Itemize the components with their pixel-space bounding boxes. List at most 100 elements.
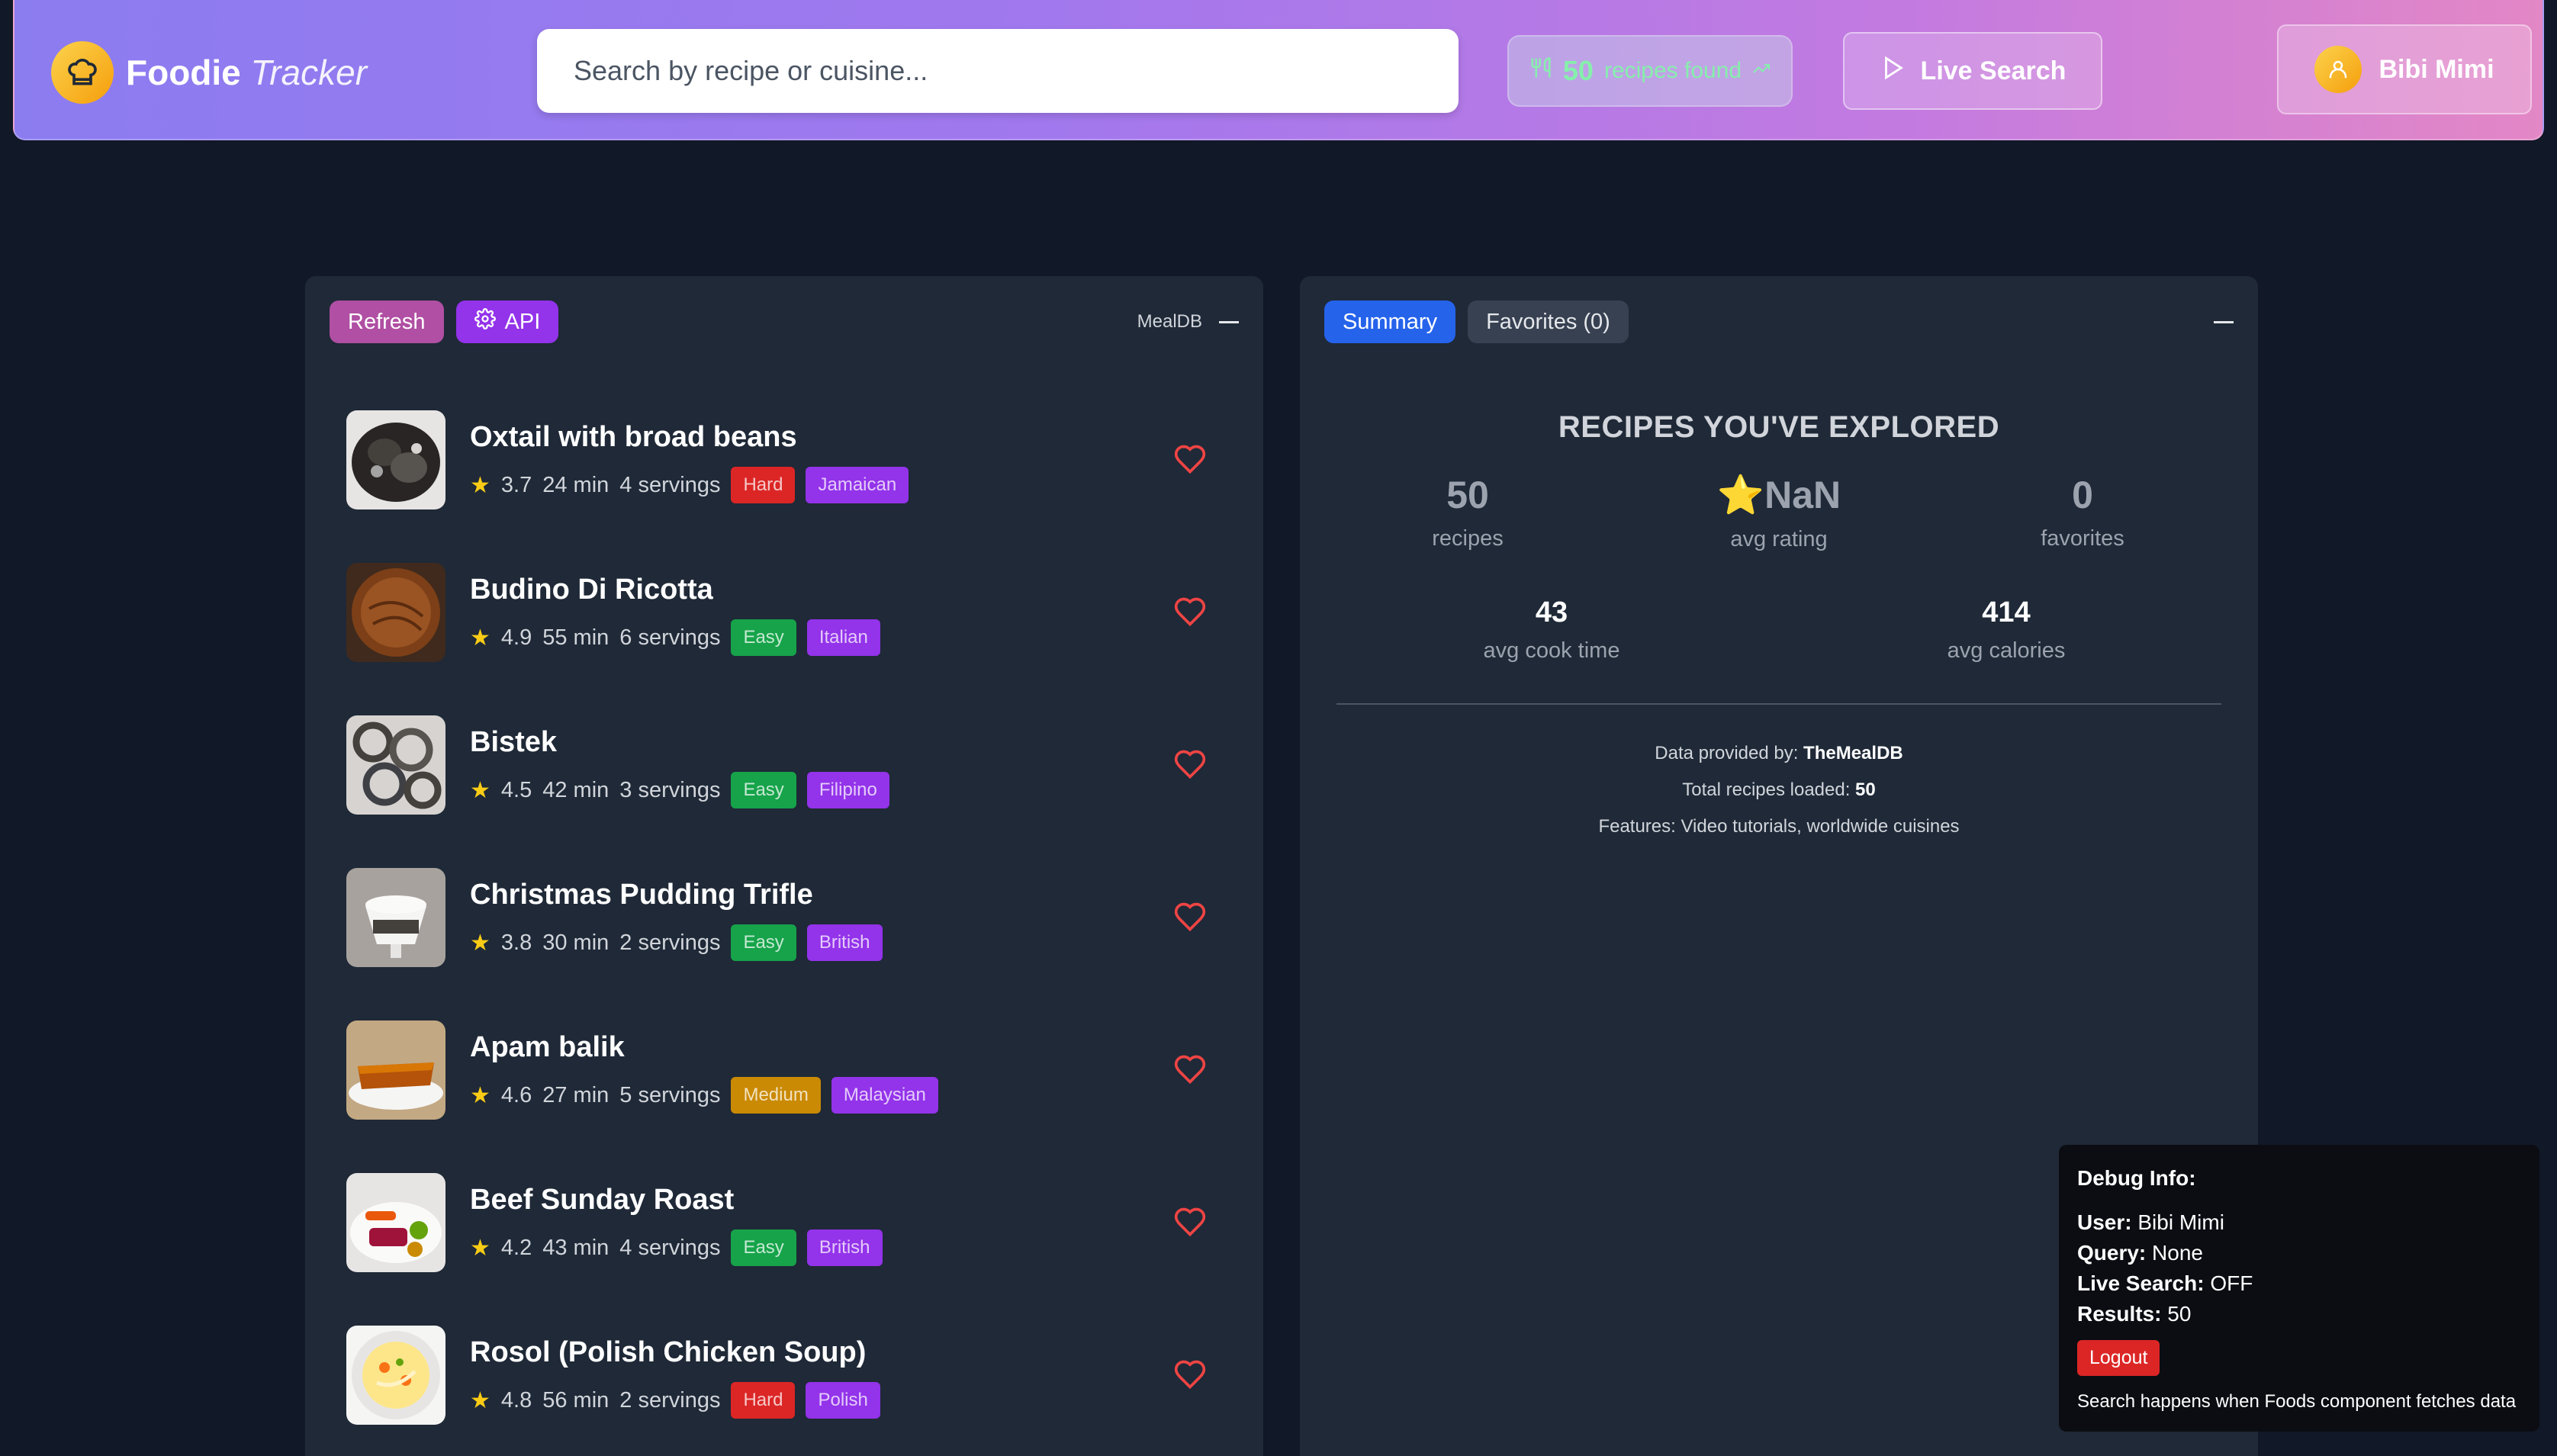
recipe-rating: 3.7 <box>500 472 532 497</box>
recipe-rating: 4.9 <box>500 625 532 650</box>
recipe-row[interactable]: Beef Sunday Roast ★ 4.2 43 min 4 serving… <box>346 1173 1222 1326</box>
live-search-button[interactable]: Live Search <box>1843 32 2102 110</box>
recipe-time: 30 min <box>542 930 609 955</box>
summary-divider <box>1336 703 2221 705</box>
recipe-meta: ★ 4.5 42 min 3 servings Easy Filipino <box>470 772 889 808</box>
recipe-rating: 4.6 <box>500 1082 532 1107</box>
recipe-rating: 3.8 <box>500 930 532 955</box>
debug-note: Search happens when Foods component fetc… <box>2077 1391 2517 1412</box>
live-search-label: Live Search <box>1920 56 2067 85</box>
recipe-rating: 4.2 <box>500 1235 532 1260</box>
data-credit: Data provided by: TheMealDB <box>1300 743 2258 764</box>
debug-heading: Debug Info: <box>2077 1166 2196 1190</box>
play-icon <box>1880 55 1906 88</box>
stat-favorites-value: 0 <box>2072 474 2093 516</box>
api-button[interactable]: API <box>455 301 559 343</box>
stat-avg-calories: 414 avg calories <box>1892 596 2121 664</box>
debug-panel: Debug Info: User: Bibi Mimi Query: None … <box>2059 1145 2539 1432</box>
recipe-image <box>346 563 445 662</box>
recipe-title[interactable]: Apam balik <box>470 1031 625 1064</box>
stat-cook-value: 43 <box>1535 596 1568 628</box>
stat-cook-label: avg cook time <box>1483 638 1620 663</box>
tab-favorites[interactable]: Favorites (0) <box>1468 301 1629 343</box>
utensils-icon <box>1529 56 1552 85</box>
recipe-title[interactable]: Christmas Pudding Trifle <box>470 879 813 911</box>
stat-avg-cook-time: 43 avg cook time <box>1437 596 1666 664</box>
debug-live: Live Search: OFF <box>2077 1268 2521 1299</box>
search-input[interactable] <box>537 29 1459 113</box>
heart-icon[interactable] <box>1173 1053 1207 1090</box>
stat-recipes-label: recipes <box>1432 526 1504 551</box>
debug-query: Query: None <box>2077 1238 2521 1268</box>
recipe-row[interactable]: Budino Di Ricotta ★ 4.9 55 min 6 serving… <box>346 563 1222 715</box>
recipes-found-badge: 50 recipes found <box>1507 35 1793 107</box>
debug-results-value: 50 <box>2167 1302 2192 1326</box>
heart-icon[interactable] <box>1173 595 1207 632</box>
recipe-servings: 6 servings <box>619 625 721 650</box>
tab-summary[interactable]: Summary <box>1324 301 1456 343</box>
difficulty-tag: Easy <box>731 1229 796 1266</box>
star-icon: ★ <box>470 777 490 803</box>
refresh-label: Refresh <box>348 309 426 334</box>
recipe-row[interactable]: Apam balik ★ 4.6 27 min 5 servings Mediu… <box>346 1020 1222 1173</box>
stat-avg-rating: ⭐NaN avg rating <box>1664 473 1893 552</box>
recipe-title[interactable]: Oxtail with broad beans <box>470 421 797 454</box>
debug-live-value: OFF <box>2210 1271 2253 1295</box>
recipe-image <box>346 1173 445 1272</box>
recipe-image <box>346 410 445 509</box>
recipe-title[interactable]: Beef Sunday Roast <box>470 1184 734 1217</box>
heart-icon[interactable] <box>1173 747 1207 785</box>
api-label: API <box>504 309 541 334</box>
summary-heading: RECIPES YOU'VE EXPLORED <box>1558 410 2000 444</box>
app-title-main: Foodie <box>126 53 241 92</box>
recipe-title[interactable]: Bistek <box>470 726 557 759</box>
recipe-title[interactable]: Rosol (Polish Chicken Soup) <box>470 1336 866 1369</box>
tab-favorites-label: Favorites (0) <box>1486 309 1610 334</box>
heart-icon[interactable] <box>1173 1205 1207 1242</box>
credit-source: TheMealDB <box>1803 743 1903 763</box>
recipe-image <box>346 1326 445 1425</box>
recipe-row[interactable]: Bistek ★ 4.5 42 min 3 servings Easy Fili… <box>346 715 1222 868</box>
debug-results-label: Results: <box>2077 1302 2162 1326</box>
cuisine-tag: Filipino <box>806 772 889 808</box>
heart-icon[interactable] <box>1173 1358 1207 1395</box>
recipe-rating: 4.5 <box>500 777 532 802</box>
user-icon <box>2314 46 2362 93</box>
star-icon: ★ <box>470 1235 490 1261</box>
recipe-row[interactable]: Christmas Pudding Trifle ★ 3.8 30 min 2 … <box>346 868 1222 1020</box>
stat-recipes: 50 recipes <box>1353 473 1582 551</box>
recipe-image <box>346 715 445 815</box>
source-label: MealDB <box>1137 311 1202 332</box>
user-menu-button[interactable]: Bibi Mimi <box>2277 24 2532 114</box>
logout-button[interactable]: Logout <box>2077 1340 2160 1376</box>
debug-query-label: Query: <box>2077 1241 2147 1265</box>
star-icon: ★ <box>470 930 490 956</box>
recipe-servings: 5 servings <box>619 1082 721 1107</box>
recipe-title[interactable]: Budino Di Ricotta <box>470 574 713 606</box>
stat-calories-value: 414 <box>1982 596 2031 628</box>
heart-icon[interactable] <box>1173 442 1207 480</box>
star-icon: ★ <box>470 472 490 498</box>
difficulty-tag: Hard <box>731 467 796 503</box>
summary-toolbar: Summary Favorites (0) <box>1324 301 2234 343</box>
recipe-row[interactable]: Rosol (Polish Chicken Soup) ★ 4.8 56 min… <box>346 1326 1222 1456</box>
recipe-meta: ★ 4.9 55 min 6 servings Easy Italian <box>470 619 880 656</box>
recipe-image <box>346 1020 445 1120</box>
heart-icon[interactable] <box>1173 900 1207 937</box>
collapse-icon[interactable] <box>1219 320 1239 323</box>
trending-icon <box>1752 58 1771 84</box>
refresh-button[interactable]: Refresh <box>330 301 444 343</box>
total-loaded: Total recipes loaded: 50 <box>1300 779 2258 801</box>
credit-prefix: Data provided by: <box>1655 743 1799 763</box>
cuisine-tag: Italian <box>806 619 880 656</box>
cuisine-tag: British <box>806 1229 883 1266</box>
recipe-row[interactable]: Oxtail with broad beans ★ 3.7 24 min 4 s… <box>346 410 1222 563</box>
debug-user-label: User: <box>2077 1210 2132 1234</box>
recipe-time: 24 min <box>542 472 609 497</box>
stat-recipes-value: 50 <box>1446 474 1489 516</box>
app-logo[interactable]: Foodie Tracker <box>51 41 367 104</box>
recipe-list-toolbar: Refresh API MealDB <box>330 301 1239 343</box>
recipe-meta: ★ 3.8 30 min 2 servings Easy British <box>470 924 883 961</box>
collapse-icon[interactable] <box>2214 320 2234 323</box>
app-title-accent: Tracker <box>250 53 368 92</box>
